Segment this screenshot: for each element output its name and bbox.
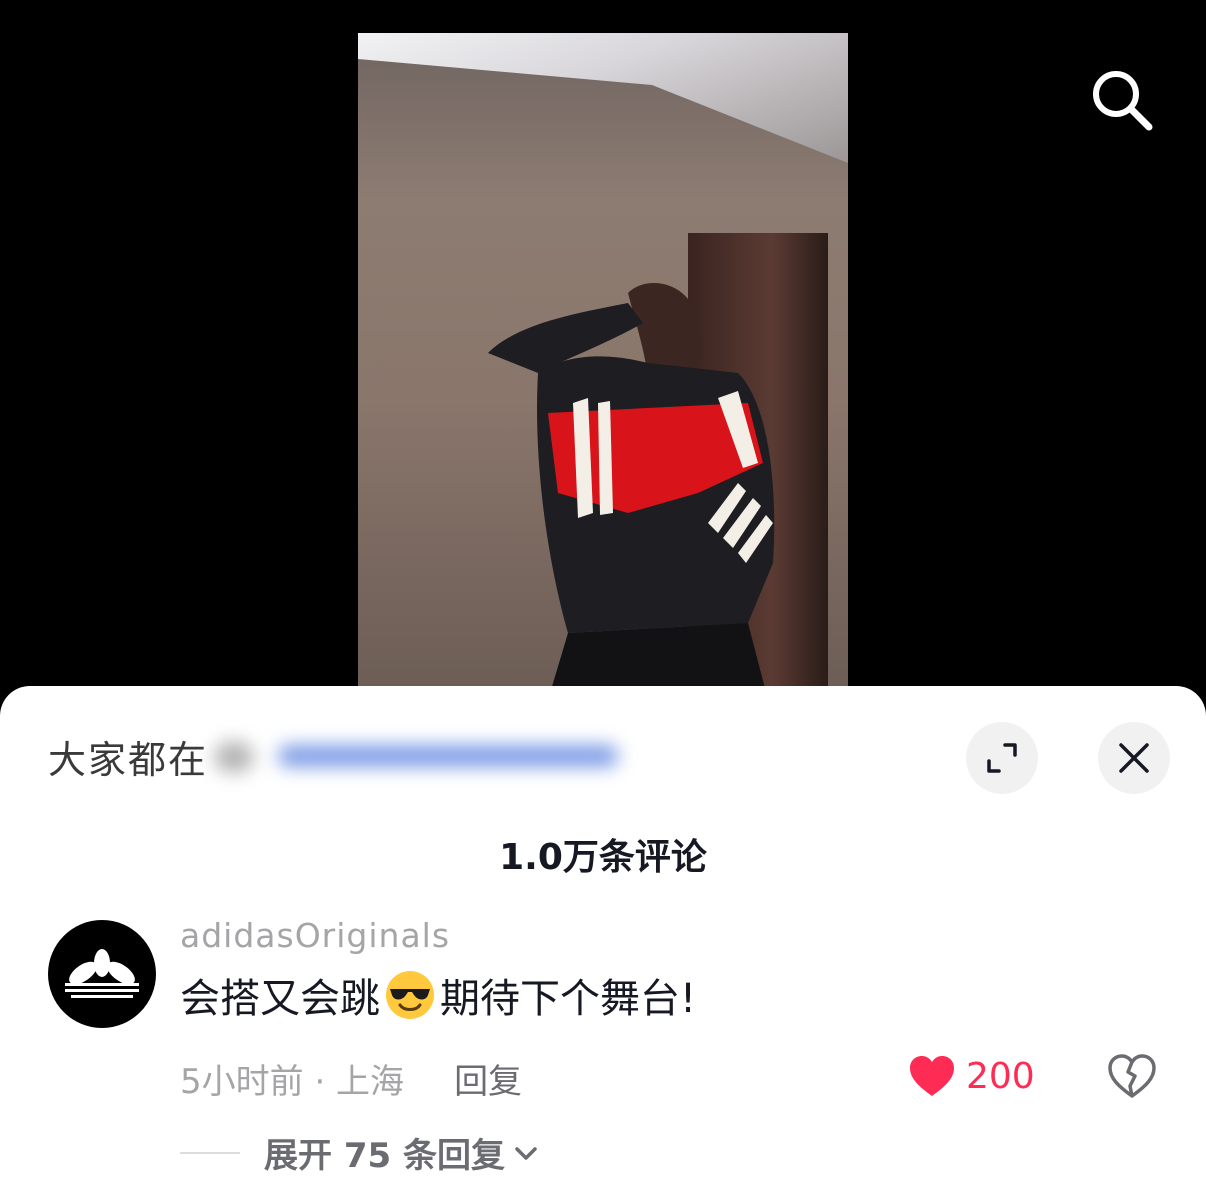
dislike-button[interactable] [1104, 1048, 1160, 1104]
comment-username[interactable]: adidasOriginals [180, 916, 450, 955]
trending-prefix: 大家都在 [48, 737, 209, 782]
video-ceiling [358, 33, 848, 163]
divider-line [180, 1151, 240, 1154]
like-count: 200 [966, 1055, 1035, 1097]
close-icon [1119, 743, 1149, 773]
broken-heart-icon [1108, 1054, 1156, 1098]
chevron-down-icon [515, 1146, 537, 1160]
expand-replies-label: 展开 75 条回复 [264, 1136, 505, 1176]
comment-sheet: 大家都在 1.0万条评论 adidasOriginals 会搭又会跳 期待下个舞… [0, 686, 1206, 1202]
comment-time-location: 5小时前 · 上海 [180, 1062, 405, 1102]
avatar[interactable] [48, 920, 156, 1028]
comment-meta: 5小时前 · 上海 回复 [180, 1054, 522, 1103]
expand-icon [987, 743, 1017, 773]
comment-text-part1: 会搭又会跳 [180, 976, 380, 1022]
search-icon [1093, 71, 1153, 131]
like-button[interactable]: 200 [908, 1048, 1035, 1104]
trending-blurred-query[interactable] [214, 731, 634, 781]
search-button[interactable] [1086, 64, 1158, 136]
sunglasses-emoji [386, 971, 434, 1019]
expand-button[interactable] [966, 722, 1038, 794]
comment-text: 会搭又会跳 期待下个舞台! [180, 966, 696, 1024]
trending-search-bar[interactable]: 大家都在 [48, 726, 634, 786]
video-frame[interactable] [358, 33, 848, 700]
video-player[interactable] [0, 0, 1206, 700]
comment-text-part2: 期待下个舞台! [440, 976, 697, 1022]
heart-icon [910, 1056, 954, 1096]
close-button[interactable] [1098, 722, 1170, 794]
video-person-figure [488, 283, 775, 700]
reply-button[interactable]: 回复 [454, 1054, 522, 1103]
comment-count-title: 1.0万条评论 [499, 837, 707, 878]
adidas-trefoil-logo [65, 949, 139, 998]
expand-replies-button[interactable]: 展开 75 条回复 [180, 1128, 539, 1177]
